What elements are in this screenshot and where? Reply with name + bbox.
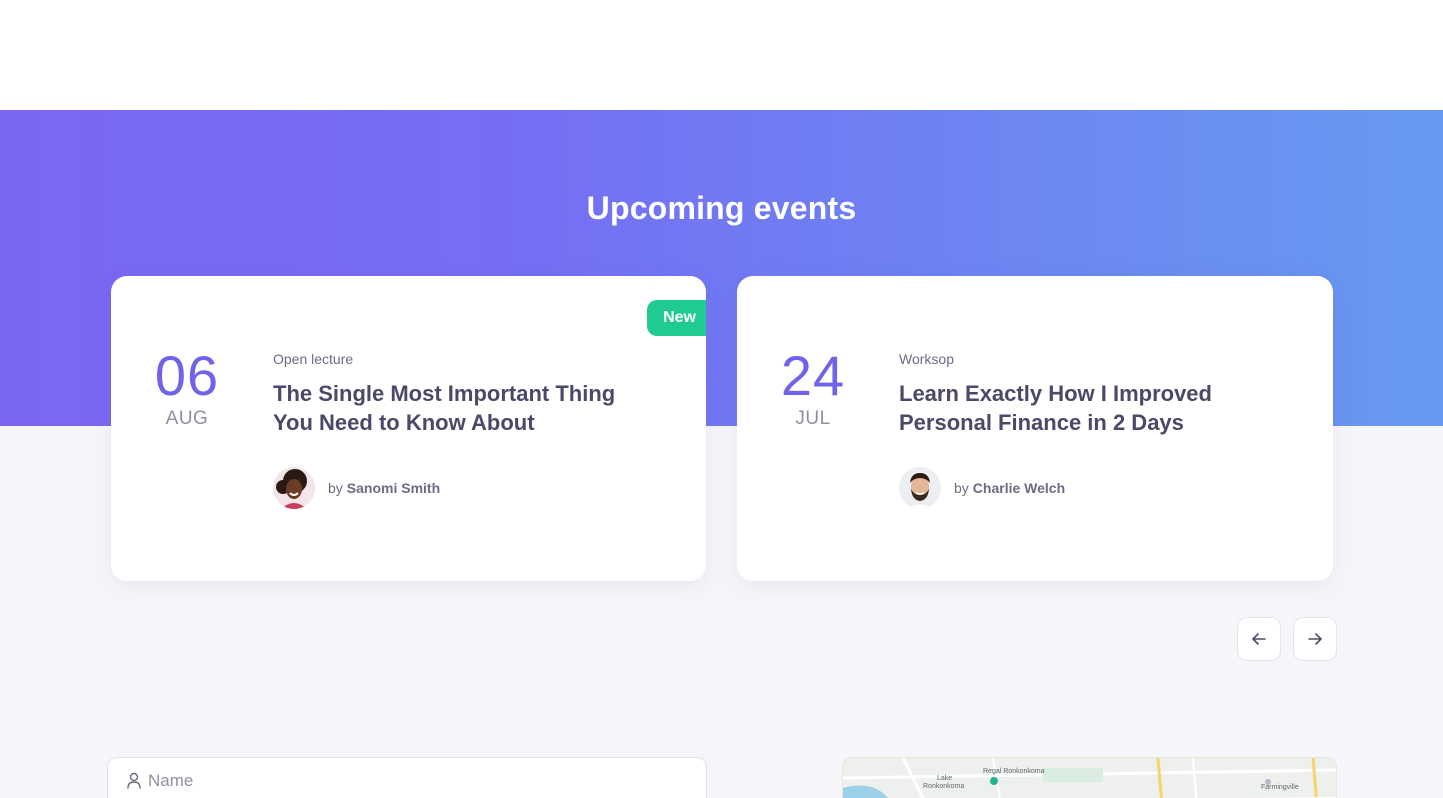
location-map[interactable]: Lake Ronkonkoma Regal Ronkonkoma Farming… — [842, 757, 1337, 798]
author-text: by Sanomi Smith — [328, 480, 440, 496]
event-title-line: You Need to Know About — [273, 410, 535, 435]
carousel-prev-button[interactable] — [1237, 617, 1281, 661]
author-avatar — [273, 467, 315, 509]
event-title-link[interactable]: Learn Exactly How I Improved Personal Fi… — [899, 379, 1299, 437]
author-name-link[interactable]: Sanomi Smith — [347, 480, 440, 496]
author-by-label: by — [954, 480, 969, 496]
event-author: by Charlie Welch — [899, 466, 1065, 510]
author-text: by Charlie Welch — [954, 480, 1065, 496]
event-body: Open lecture The Single Most Important T… — [273, 351, 673, 437]
event-category: Open lecture — [273, 351, 354, 367]
event-title-line: Learn Exactly How I Improved — [899, 381, 1212, 406]
event-date-day: 06 — [154, 344, 220, 407]
map-label: Regal Ronkonkoma — [983, 768, 1045, 775]
event-author: by Sanomi Smith — [273, 466, 440, 510]
event-title-line: The Single Most Important Thing — [273, 381, 616, 406]
event-title-line: Personal Finance in 2 Days — [899, 410, 1184, 435]
map-label: Ronkonkoma — [923, 783, 965, 790]
top-bar — [0, 0, 1443, 110]
user-icon — [127, 772, 141, 789]
carousel-next-button[interactable] — [1293, 617, 1337, 661]
author-by-label: by — [328, 480, 343, 496]
name-field[interactable] — [107, 757, 707, 798]
event-card[interactable]: New 06 AUG Open lecture The Single Most … — [111, 276, 706, 581]
event-date-month: JUL — [795, 408, 831, 429]
author-name-link[interactable]: Charlie Welch — [973, 480, 1065, 496]
event-card[interactable]: 24 JUL Worksop Learn Exactly How I Impro… — [737, 276, 1333, 581]
event-date-month: AUG — [165, 408, 209, 429]
event-date: 24 JUL — [763, 346, 863, 430]
event-body: Worksop Learn Exactly How I Improved Per… — [899, 351, 1299, 437]
map-label: Lake — [937, 775, 953, 782]
event-category: Worksop — [899, 351, 954, 367]
event-date: 06 AUG — [137, 346, 237, 430]
map-label: Farmingville — [1261, 784, 1299, 791]
section-title: Upcoming events — [586, 190, 857, 226]
map-graphic — [843, 758, 1336, 798]
arrow-left-icon — [1252, 633, 1266, 645]
new-badge: New — [647, 300, 706, 336]
author-avatar — [899, 467, 941, 509]
arrow-right-icon — [1308, 633, 1322, 645]
event-date-day: 24 — [780, 344, 846, 407]
event-title-link[interactable]: The Single Most Important Thing You Need… — [273, 379, 673, 437]
name-input[interactable] — [148, 771, 648, 791]
